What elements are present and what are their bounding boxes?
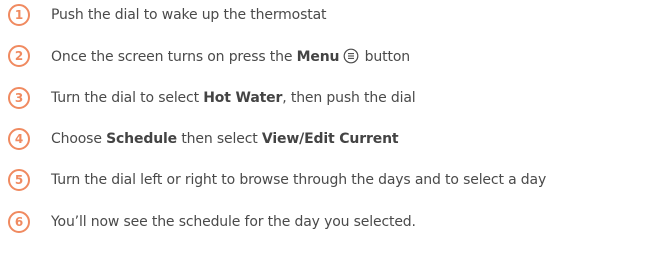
- step-text: Push the dial to wake up the thermostat: [51, 7, 327, 23]
- step-4: 4 Choose Schedule then select View/Edit …: [8, 127, 399, 151]
- step-number-badge: 6: [8, 211, 30, 233]
- step-text: Choose Schedule then select View/Edit Cu…: [51, 131, 399, 147]
- step-number-badge: 2: [8, 45, 30, 67]
- view-edit-current-label: View/Edit Current: [261, 131, 399, 147]
- step-text: Turn the dial to select Hot Water, then …: [51, 90, 416, 106]
- step-2: 2 Once the screen turns on press the Men…: [8, 44, 410, 68]
- step-number-badge: 4: [8, 128, 30, 150]
- step-text: Turn the dial left or right to browse th…: [51, 172, 547, 188]
- schedule-label: Schedule: [106, 131, 178, 147]
- step-text: You’ll now see the schedule for the day …: [51, 214, 416, 230]
- hot-water-label: Hot Water: [203, 90, 283, 106]
- step-text: Once the screen turns on press the Menu …: [51, 48, 410, 65]
- step-3: 3 Turn the dial to select Hot Water, the…: [8, 86, 416, 110]
- step-number-badge: 1: [8, 4, 30, 26]
- menu-circle-icon: [343, 48, 359, 64]
- menu-label: Menu: [296, 48, 340, 65]
- step-1: 1 Push the dial to wake up the thermosta…: [8, 3, 326, 27]
- step-number-badge: 5: [8, 169, 30, 191]
- instruction-steps: 1 Push the dial to wake up the thermosta…: [0, 0, 655, 263]
- step-5: 5 Turn the dial left or right to browse …: [8, 168, 546, 192]
- step-number-badge: 3: [8, 87, 30, 109]
- step-6: 6 You’ll now see the schedule for the da…: [8, 210, 416, 234]
